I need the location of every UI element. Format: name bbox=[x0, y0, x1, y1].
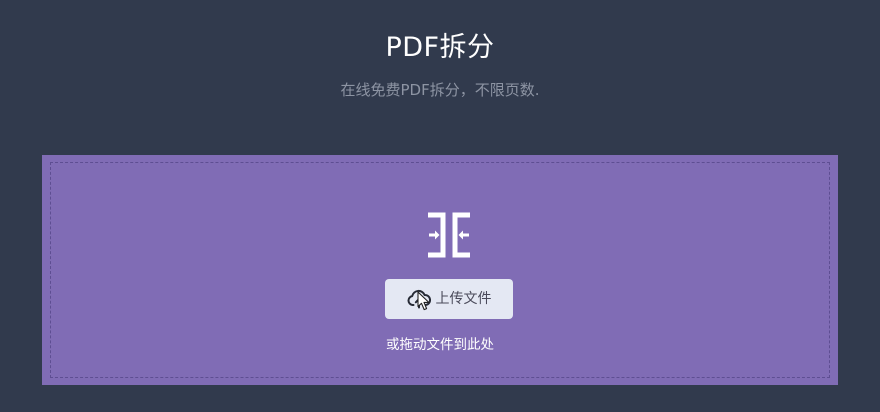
page-subtitle: 在线免费PDF拆分，不限页数. bbox=[340, 81, 540, 99]
drop-hint-text: 或拖动文件到此处 bbox=[386, 337, 494, 353]
split-pages-icon bbox=[428, 212, 470, 258]
upload-file-button[interactable]: 上传文件 bbox=[385, 279, 513, 319]
cloud-upload-icon bbox=[407, 289, 431, 309]
page-title: PDF拆分 bbox=[385, 32, 495, 63]
file-dropzone[interactable]: 上传文件 或拖动文件到此处 bbox=[42, 155, 838, 385]
dropzone-dashed-border: 上传文件 或拖动文件到此处 bbox=[50, 162, 830, 378]
upload-button-label: 上传文件 bbox=[435, 291, 492, 307]
page: PDF拆分 在线免费PDF拆分，不限页数. 上传文件 或拖动文件到此处 bbox=[0, 0, 880, 412]
